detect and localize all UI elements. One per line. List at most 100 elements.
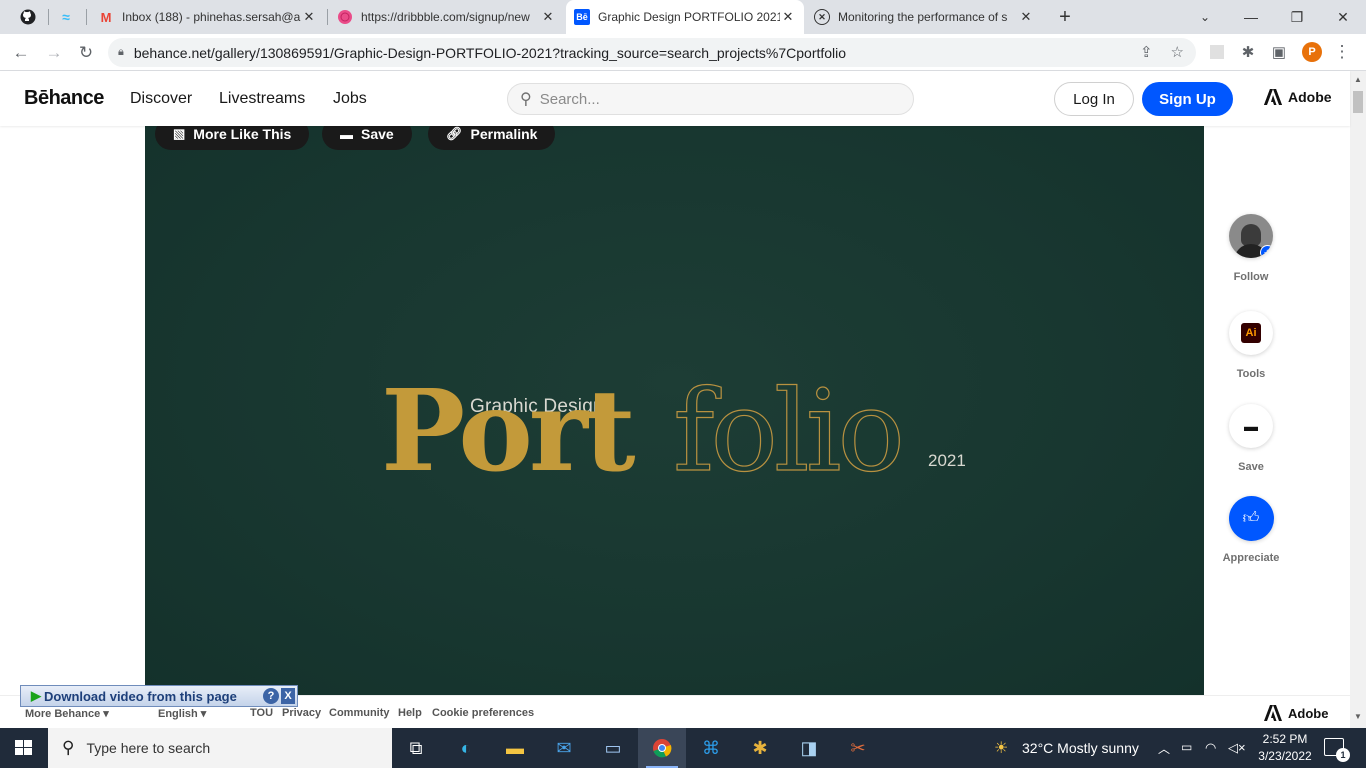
extensions-puzzle-icon[interactable]: ✱ xyxy=(1238,42,1258,62)
new-tab-button[interactable]: + xyxy=(1042,0,1088,34)
scroll-down-arrow-icon[interactable]: ▼ xyxy=(1354,712,1362,721)
search-input[interactable]: ⚲ Search... xyxy=(507,83,914,115)
footer-link-cookies[interactable]: Cookie preferences xyxy=(432,707,534,719)
permalink-label: Permalink xyxy=(470,126,538,142)
close-window-button[interactable]: ✕ xyxy=(1320,0,1366,34)
github-icon xyxy=(20,9,36,25)
project-title-port: Port xyxy=(381,366,636,497)
close-icon[interactable]: X xyxy=(281,688,295,704)
appreciate-label: Appreciate xyxy=(1222,552,1280,564)
thumbs-up-icon: 👍︎ xyxy=(1242,510,1260,527)
search-placeholder: Search... xyxy=(539,90,600,108)
task-view-icon[interactable]: ⧉ xyxy=(392,728,440,768)
project-year: 2021 xyxy=(928,451,966,470)
windows-start-icon[interactable] xyxy=(15,740,33,756)
footer-link-community[interactable]: Community xyxy=(329,707,390,719)
minimize-button[interactable]: — xyxy=(1228,0,1274,34)
volume-muted-icon[interactable]: ◁× xyxy=(1228,740,1246,756)
close-icon[interactable]: ✕ xyxy=(301,9,317,25)
tab-gmail[interactable]: M Inbox (188) - phinehas.sersah@a ✕ xyxy=(90,0,325,34)
scrollbar-thumb[interactable] xyxy=(1353,91,1363,113)
save-label: Save xyxy=(361,126,394,142)
follow-action[interactable]: + Follow xyxy=(1218,214,1284,283)
tab-tailwind[interactable]: ≈ xyxy=(50,0,84,34)
extension-icon[interactable] xyxy=(1207,42,1227,62)
tab-search-chevron-icon[interactable]: ⌄ xyxy=(1182,0,1228,34)
follow-label: Follow xyxy=(1233,271,1269,283)
vscode-icon[interactable]: ⌘ xyxy=(687,728,735,768)
more-like-this-button[interactable]: ▧ More Like This xyxy=(155,126,310,150)
nav-livestreams[interactable]: Livestreams xyxy=(219,90,305,108)
permalink-button[interactable]: 🔗︎ Permalink xyxy=(428,126,556,150)
bookmark-star-icon[interactable]: ☆ xyxy=(1171,43,1184,61)
close-icon[interactable]: ✕ xyxy=(1018,9,1034,25)
share-icon[interactable]: ⇪ xyxy=(1140,43,1153,61)
behance-logo[interactable]: Bēhance xyxy=(24,87,104,110)
footer-link-help[interactable]: Help xyxy=(398,707,422,719)
dribbble-icon xyxy=(337,9,353,25)
back-button[interactable]: ← xyxy=(8,40,34,66)
weather-text[interactable]: 32°C Mostly sunny xyxy=(1022,740,1139,756)
signup-button[interactable]: Sign Up xyxy=(1142,82,1233,116)
tools-action[interactable]: Ai Tools xyxy=(1218,311,1284,380)
save-button[interactable]: ▬ Save xyxy=(322,126,412,150)
owner-avatar[interactable]: + xyxy=(1229,214,1273,258)
reload-button[interactable]: ↻ xyxy=(73,40,99,66)
illustrator-icon: Ai xyxy=(1241,323,1261,343)
tab-behance-active[interactable]: Bē Graphic Design PORTFOLIO 2021 ✕ xyxy=(566,0,804,34)
download-video-label[interactable]: Download video from this page xyxy=(44,689,237,704)
computer-icon[interactable]: ▭ xyxy=(589,728,637,768)
adobe-link[interactable]: Adobe xyxy=(1264,88,1332,106)
footer-adobe-link[interactable]: Adobe xyxy=(1264,705,1328,721)
side-panel-icon[interactable]: ▣ xyxy=(1269,42,1289,62)
footer-adobe-label: Adobe xyxy=(1288,705,1329,721)
weather-icon[interactable]: ☀ xyxy=(994,738,1008,758)
windows-taskbar: ⚲ Type here to search ⧉ ◐ ▬ ✉ ▭ ⌘ ✱ ◨ ✂ … xyxy=(0,728,1366,768)
tools-button[interactable]: Ai xyxy=(1229,311,1273,355)
edge-icon[interactable]: ◐ xyxy=(442,728,490,768)
download-video-bar[interactable]: ▶ Download video from this page ? X xyxy=(20,685,298,707)
footer-link-tou[interactable]: TOU xyxy=(250,707,273,719)
profile-avatar[interactable]: P xyxy=(1302,42,1322,62)
chevron-up-icon[interactable]: ︿ xyxy=(1158,740,1170,757)
search-icon: ⚲ xyxy=(62,738,75,757)
save-side-button[interactable]: ▬ xyxy=(1229,404,1273,448)
image-icon: ▧ xyxy=(173,126,186,141)
gmail-icon: M xyxy=(100,9,112,25)
slack-icon[interactable]: ✱ xyxy=(736,728,784,768)
nav-discover[interactable]: Discover xyxy=(130,90,192,108)
help-icon[interactable]: ? xyxy=(263,688,279,704)
notes-app-icon[interactable]: ◨ xyxy=(785,728,833,768)
footer-link-privacy[interactable]: Privacy xyxy=(282,707,321,719)
appreciate-action[interactable]: 👍︎ Appreciate xyxy=(1218,496,1284,564)
tab-dribbble[interactable]: https://dribbble.com/signup/new ✕ xyxy=(329,0,564,34)
folder-icon: ▬ xyxy=(1244,418,1258,434)
close-icon[interactable]: ✕ xyxy=(540,9,556,25)
footer-language[interactable]: English ▾ xyxy=(158,707,206,720)
wifi-icon[interactable]: ◠ xyxy=(1205,740,1216,756)
behance-icon: Bē xyxy=(574,9,590,25)
footer-more-behance[interactable]: More Behance ▾ xyxy=(25,707,109,720)
tab-github[interactable] xyxy=(12,0,46,34)
tab-monitoring[interactable]: ✕ Monitoring the performance of s ✕ xyxy=(806,0,1042,34)
battery-icon[interactable]: ▭ xyxy=(1181,740,1192,754)
page-scrollbar[interactable]: ▲ ▼ xyxy=(1350,71,1366,728)
login-button[interactable]: Log In xyxy=(1054,82,1134,116)
menu-kebab-icon[interactable]: ⋮ xyxy=(1332,42,1352,62)
taskbar-search-input[interactable]: ⚲ Type here to search xyxy=(48,728,392,768)
address-bar[interactable]: 🔒︎ behance.net/gallery/130869591/Graphic… xyxy=(108,38,1196,67)
snipping-tool-icon[interactable]: ✂ xyxy=(834,728,882,768)
save-action[interactable]: ▬ Save xyxy=(1218,404,1284,473)
mail-icon[interactable]: ✉ xyxy=(540,728,588,768)
notification-center-icon[interactable]: 1 xyxy=(1324,738,1350,762)
nav-jobs[interactable]: Jobs xyxy=(333,90,367,108)
scroll-up-arrow-icon[interactable]: ▲ xyxy=(1354,75,1362,84)
maximize-button[interactable]: ❐ xyxy=(1274,0,1320,34)
system-clock[interactable]: 2:52 PM 3/23/2022 xyxy=(1255,731,1315,765)
appreciate-button[interactable]: 👍︎ xyxy=(1228,496,1274,541)
chrome-icon[interactable] xyxy=(638,728,686,768)
folder-icon: ▬ xyxy=(340,126,353,142)
close-icon[interactable]: ✕ xyxy=(780,9,796,25)
forward-button[interactable]: → xyxy=(41,40,67,66)
file-explorer-icon[interactable]: ▬ xyxy=(491,728,539,768)
